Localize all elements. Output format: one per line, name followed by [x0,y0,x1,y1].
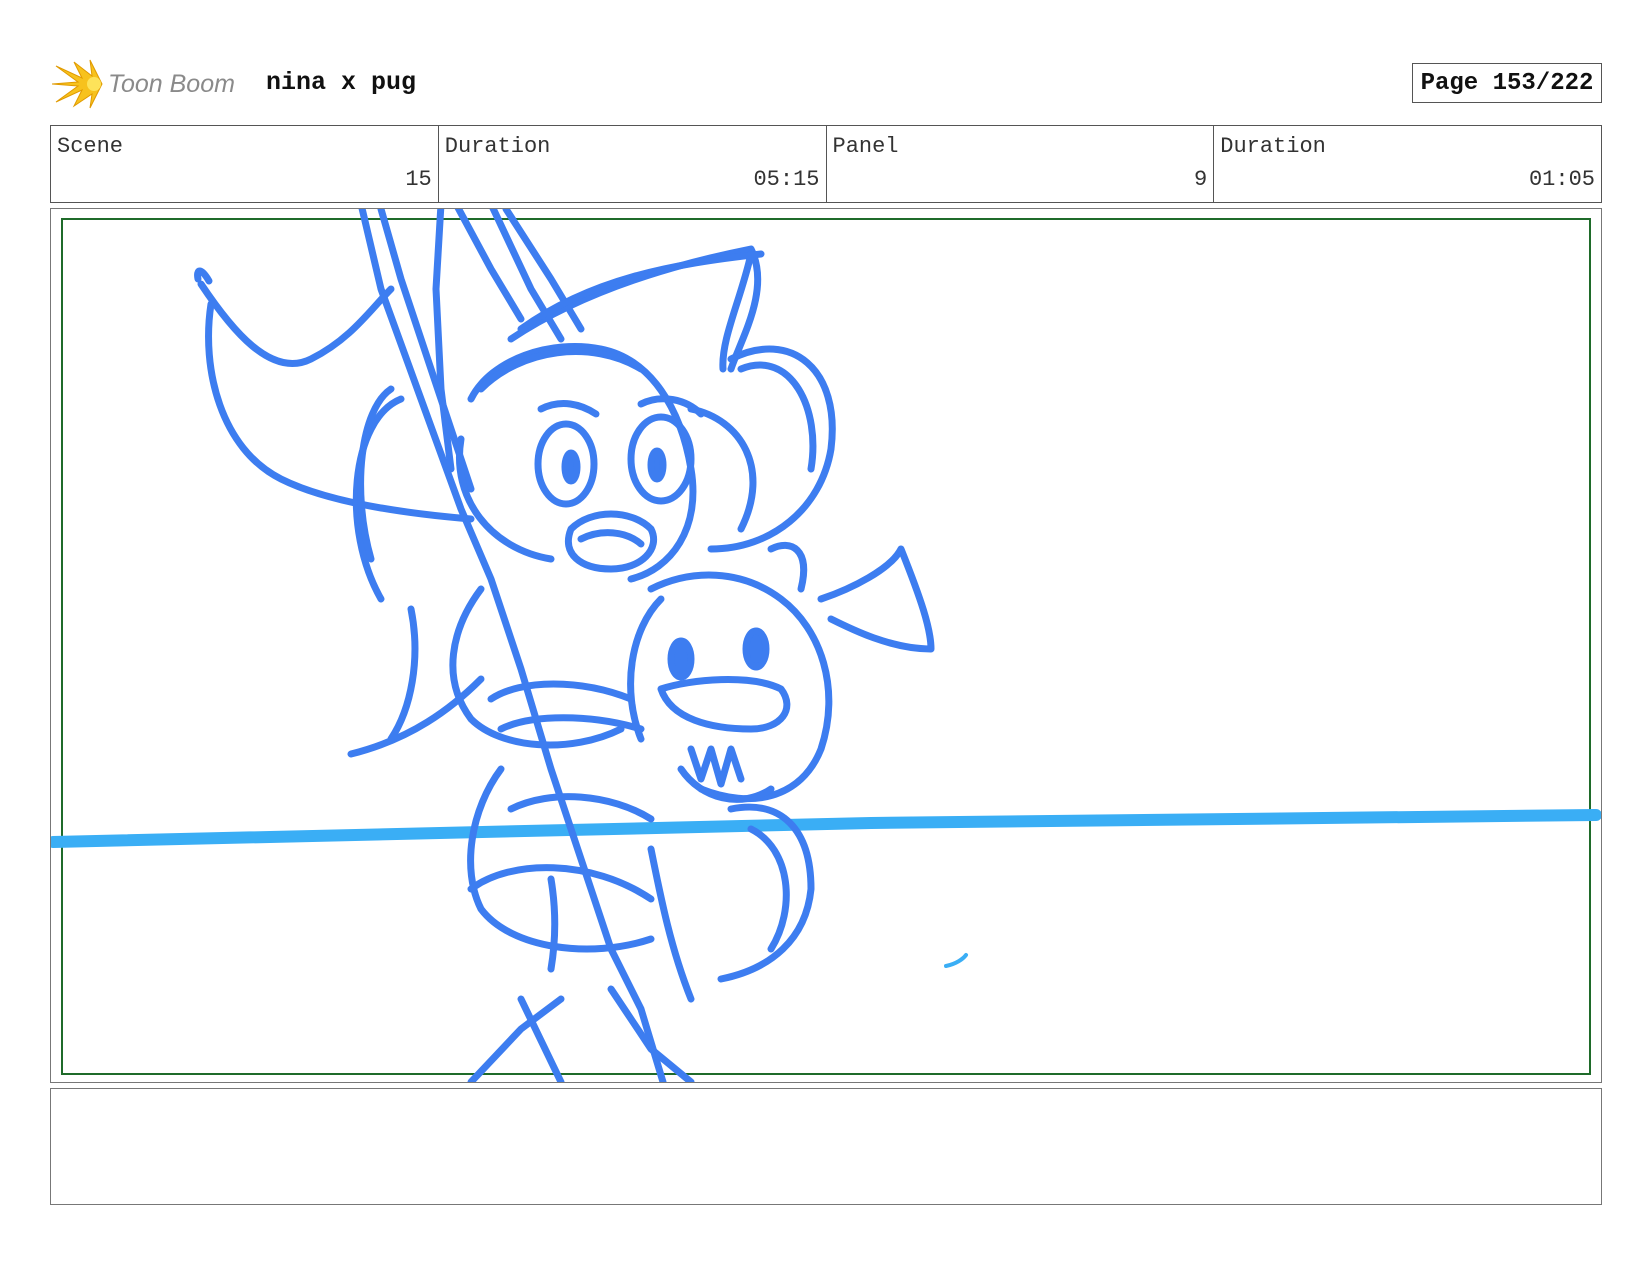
scene-duration-label: Duration [444,134,551,159]
toon-boom-logo: Toon Boom [51,58,252,110]
page-number: Page 153/222 [1412,63,1602,103]
panel-value: 9 [1194,167,1208,192]
scene-duration-value: 05:15 [753,167,820,192]
panel-duration-value: 01:05 [1528,167,1595,192]
horizon-line [51,809,1601,848]
scene-value: 15 [405,167,432,192]
panel-duration-label: Duration [1220,134,1326,159]
panel-duration-cell: Duration 01:05 [1214,126,1601,202]
toon-boom-burst-icon: Toon Boom [51,59,235,109]
scene-cell: Scene 15 [51,126,439,202]
project-title: nina x pug [266,68,417,97]
sketch-drawing [51,209,1601,1082]
character-sketch [194,209,968,1082]
svg-text:Toon Boom: Toon Boom [108,70,235,98]
panel-label: Panel [832,134,899,159]
panel-notes-box [50,1088,1602,1205]
scene-label: Scene [57,134,124,159]
panel-cell: Panel 9 [827,126,1215,202]
storyboard-panel [50,208,1602,1083]
panel-info-table: Scene 15 Duration 05:15 Panel 9 Duration… [50,125,1602,203]
scene-duration-cell: Duration 05:15 [439,126,827,202]
